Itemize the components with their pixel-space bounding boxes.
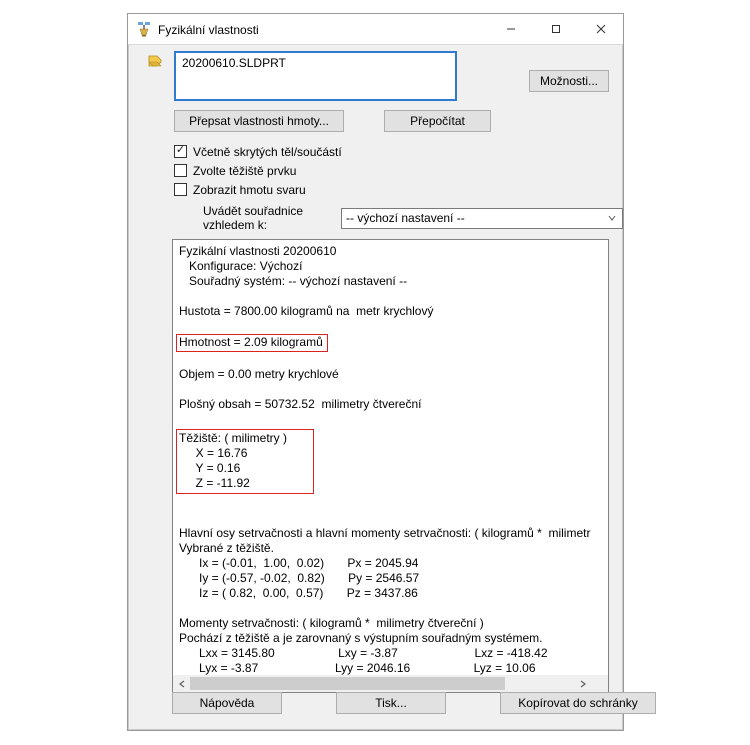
recalculate-button[interactable]: Přepočítat	[384, 110, 491, 132]
scroll-right-icon[interactable]	[574, 675, 591, 692]
show-weld-mass-checkbox[interactable]: Zobrazit hmotu svaru	[174, 180, 623, 199]
results-text[interactable]: Fyzikální vlastnosti 20200610 Konfigurac…	[173, 240, 608, 675]
horizontal-scrollbar[interactable]	[173, 675, 591, 692]
scrollbar-thumb[interactable]	[190, 677, 505, 690]
dialog-button-row: Nápověda Tisk... Kopírovat do schránky	[128, 692, 623, 716]
checkbox-icon	[174, 145, 187, 158]
cog-highlight: Těžiště: ( milimetry ) X = 16.76 Y = 0.1…	[176, 429, 314, 494]
titlebar: Fyzikální vlastnosti	[128, 14, 623, 45]
coordinate-system-select[interactable]: -- výchozí nastavení --	[341, 208, 623, 229]
print-button[interactable]: Tisk...	[336, 692, 446, 714]
checkbox-icon	[174, 183, 187, 196]
scroll-left-icon[interactable]	[173, 675, 190, 692]
options-checkboxes: Včetně skrytých těl/součástí Zvolte těži…	[128, 138, 623, 199]
part-icon	[146, 53, 164, 71]
coordinate-system-value: -- výchozí nastavení --	[346, 211, 465, 225]
include-hidden-checkbox[interactable]: Včetně skrytých těl/součástí	[174, 142, 623, 161]
options-button[interactable]: Možnosti...	[529, 70, 609, 92]
checkbox-icon	[174, 164, 187, 177]
override-properties-button[interactable]: Přepsat vlastnosti hmoty...	[174, 110, 344, 132]
mass-highlight: Hmotnost = 2.09 kilogramů	[176, 334, 328, 352]
help-button[interactable]: Nápověda	[172, 692, 282, 714]
header-area: 20200610.SLDPRT Možnosti...	[128, 45, 623, 108]
results-panel: Fyzikální vlastnosti 20200610 Konfigurac…	[172, 239, 609, 693]
selected-item-name: 20200610.SLDPRT	[182, 56, 286, 70]
minimize-button[interactable]	[488, 14, 533, 44]
app-icon	[136, 21, 152, 37]
coordinate-label: Uvádět souřadnice vzhledem k:	[203, 204, 335, 232]
action-buttons-row: Přepsat vlastnosti hmoty... Přepočítat	[128, 108, 623, 138]
copy-to-clipboard-button[interactable]: Kopírovat do schránky	[500, 692, 656, 714]
selected-item-field[interactable]: 20200610.SLDPRT	[174, 51, 457, 101]
coordinate-system-row: Uvádět souřadnice vzhledem k: -- výchozí…	[128, 199, 623, 231]
maximize-button[interactable]	[533, 14, 578, 44]
scroll-corner	[591, 675, 608, 692]
scrollbar-track[interactable]	[190, 675, 574, 692]
center-of-mass-feature-checkbox[interactable]: Zvolte těžiště prvku	[174, 161, 623, 180]
dialog-window: Fyzikální vlastnosti 20200610.SLDPRT Mož…	[127, 13, 624, 731]
window-title: Fyzikální vlastnosti	[158, 22, 488, 37]
chevron-down-icon	[603, 211, 620, 226]
close-button[interactable]	[578, 14, 623, 44]
